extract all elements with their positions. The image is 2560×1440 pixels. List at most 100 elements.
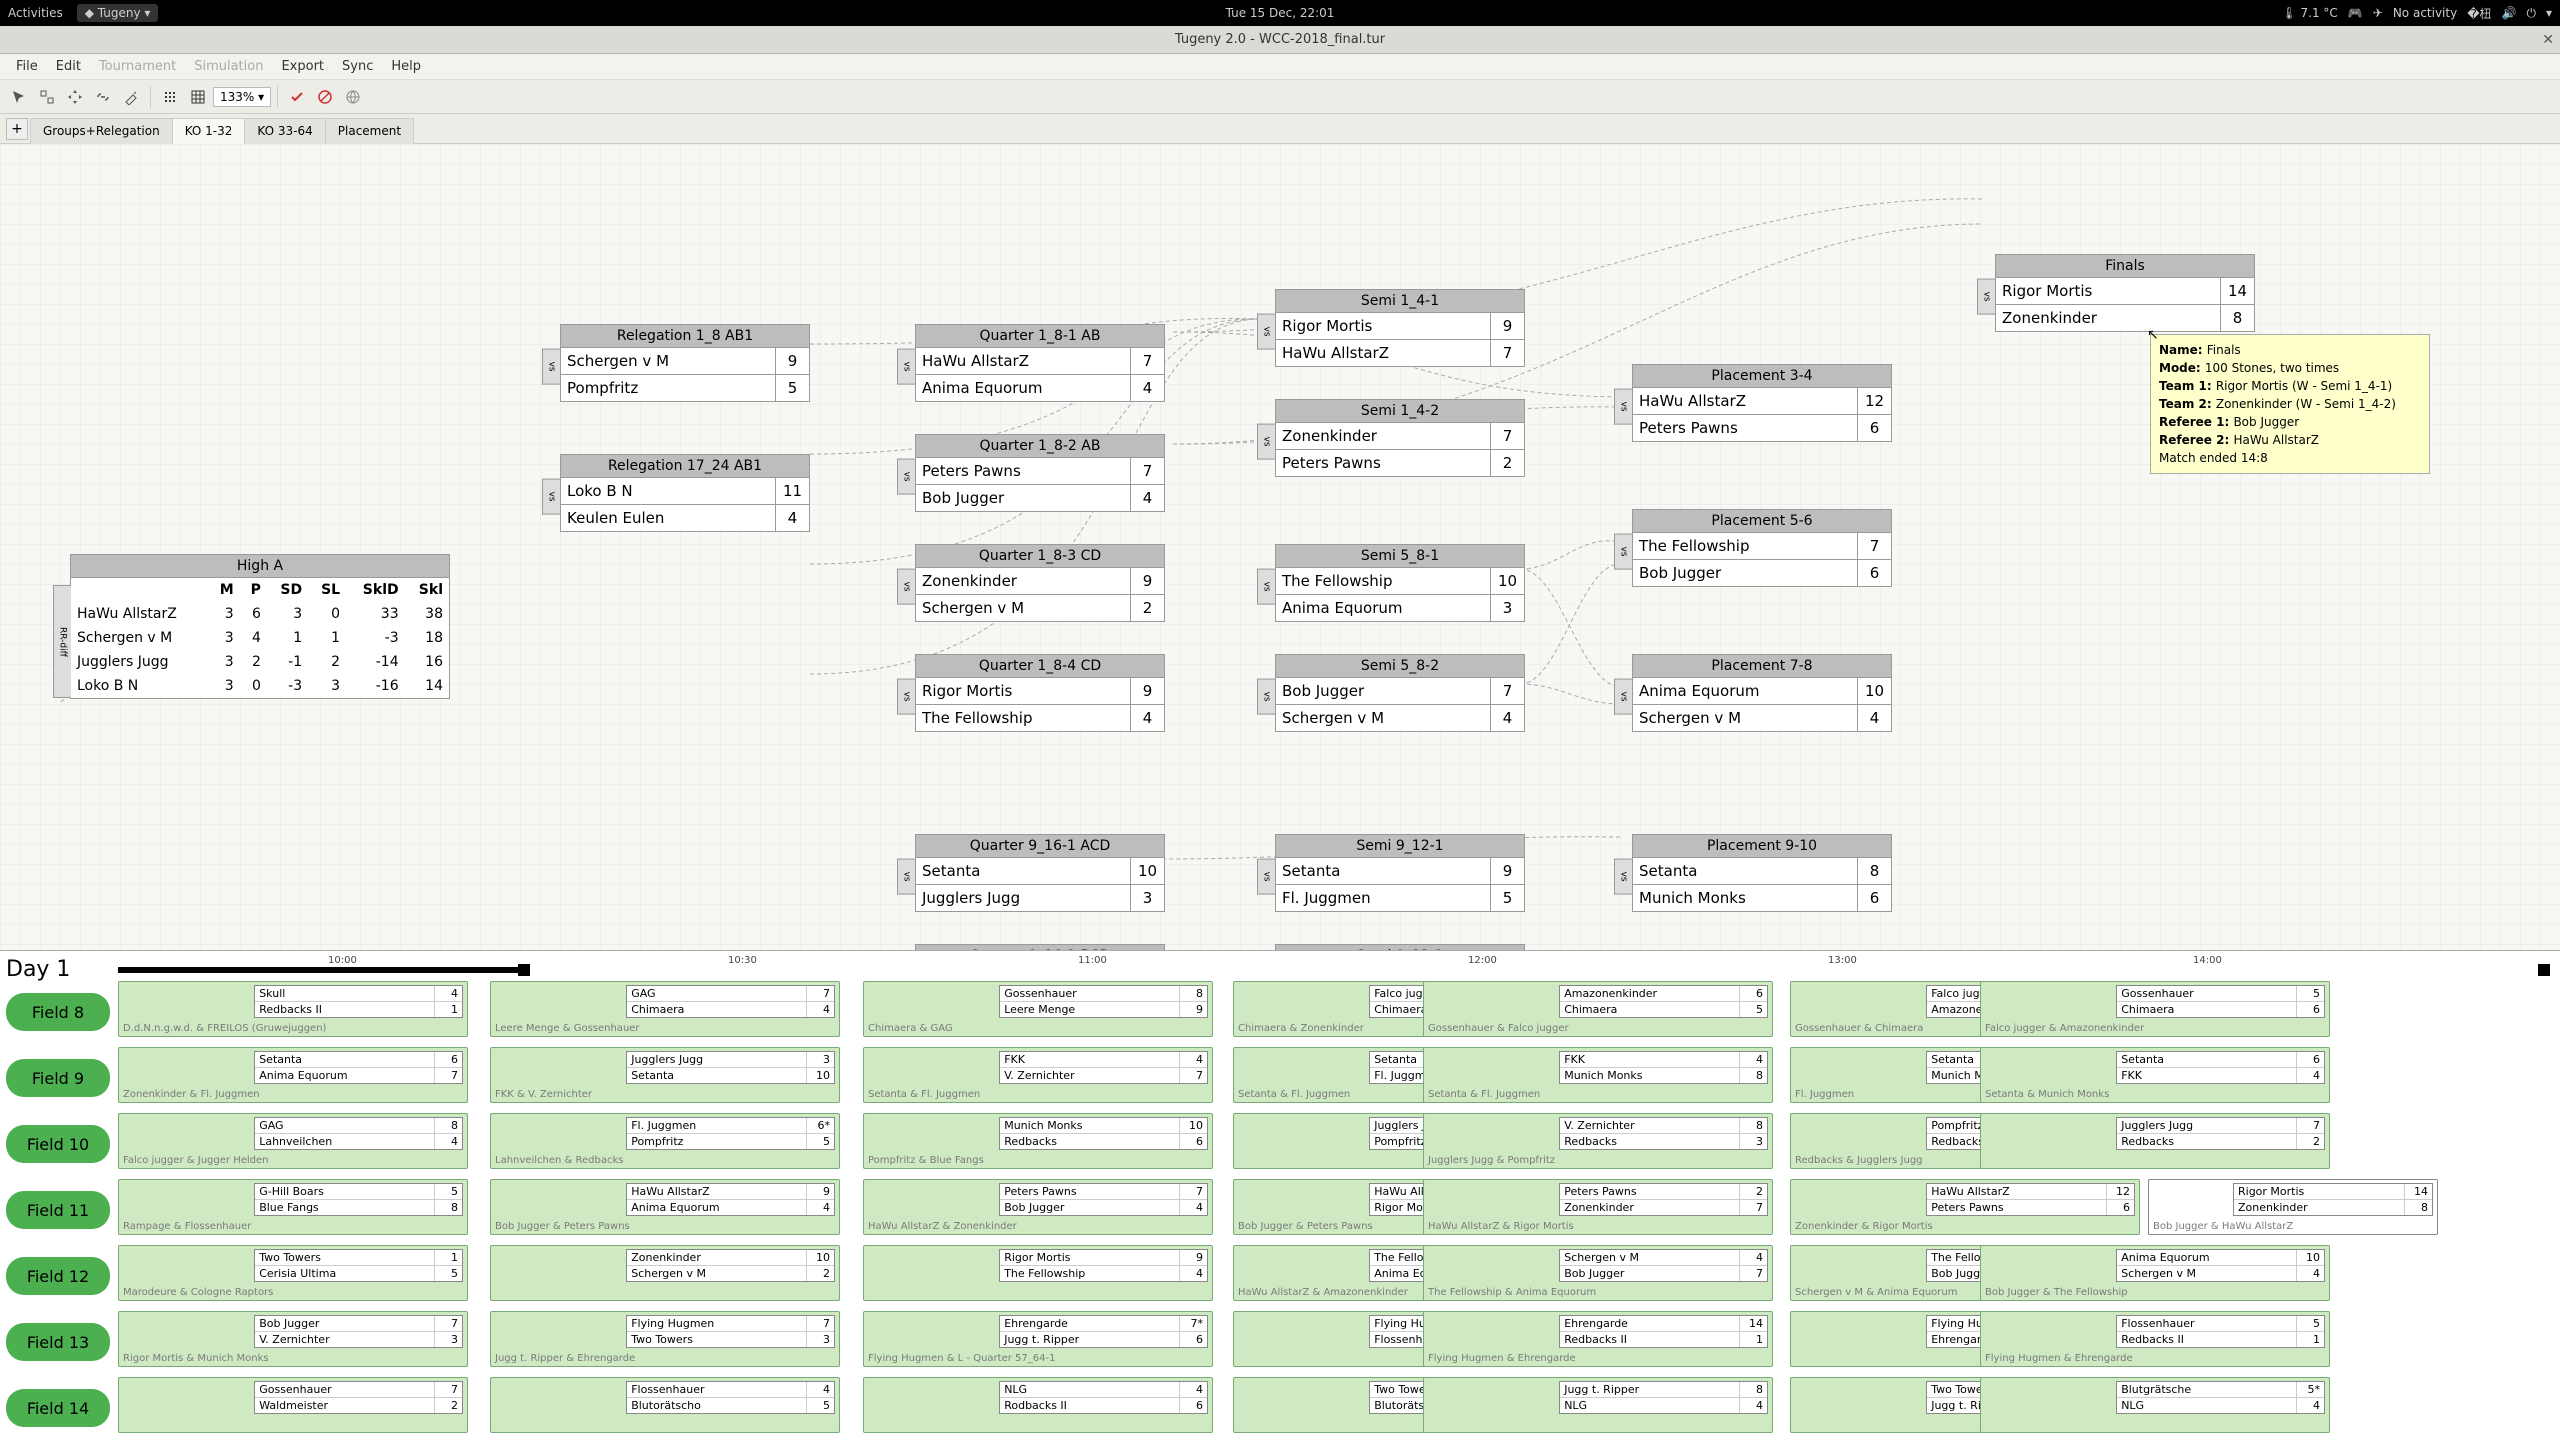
window-title: Tugeny 2.0 - WCC-2018_final.tur [1175,32,1385,47]
node-quarter-9a[interactable]: vsQuarter 9_16-1 ACDSetanta10Jugglers Ju… [915,834,1165,912]
field-label[interactable]: Field 12 [6,1257,110,1295]
schedule-slot[interactable]: G-Hill Boars5Blue Fangs8Rampage & Flosse… [118,1179,468,1235]
discord-tray-icon[interactable]: 🎮 [2348,6,2363,20]
schedule-slot[interactable]: GAG8Lahnveilchen4Falco jugger & Jugger H… [118,1113,468,1169]
schedule-slot[interactable]: Anima Equorum10Schergen v M4Bob Jugger &… [1980,1245,2330,1301]
app-menu[interactable]: ◆ Tugeny ▾ [77,4,159,22]
field-label[interactable]: Field 9 [6,1059,110,1097]
globe-icon[interactable] [340,84,366,110]
schedule-slot[interactable]: Amazonenkinder6Chimaera5Gossenhauer & Fa… [1423,981,1773,1037]
node-quarter-1[interactable]: vsQuarter 1_8-1 ABHaWu AllstarZ7Anima Eq… [915,324,1165,402]
system-menu-icon[interactable]: ▾ [2546,6,2552,20]
schedule-slot[interactable]: Gossenhauer8Leere Menge9Chimaera & GAG [863,981,1213,1037]
schedule-slot[interactable]: FKK4V. Zernichter7Setanta & Fl. Juggmen [863,1047,1213,1103]
schedule-slot[interactable]: Flying Hugmen7Two Towers3Jugg t. Ripper … [490,1311,840,1367]
schedule-slot[interactable]: Ehrengarde7*Jugg t. Ripper6Flying Hugmen… [863,1311,1213,1367]
schedule-slot[interactable]: Two Towers1Cerisia Ultima5Marodeure & Co… [118,1245,468,1301]
node-placement-3-4[interactable]: vsPlacement 3-4HaWu AllstarZ12Peters Paw… [1632,364,1892,442]
node-placement-5-6[interactable]: vsPlacement 5-6The Fellowship7Bob Jugger… [1632,509,1892,587]
schedule-slot[interactable]: GAG7Chimaera4Leere Menge & Gossenhauer [490,981,840,1037]
node-semi-5-8-2[interactable]: vsSemi 5_8-2Bob Jugger7Schergen v M4 [1275,654,1525,732]
match-tooltip: Name: Finals Mode: 100 Stones, two times… [2150,334,2430,474]
activities-button[interactable]: Activities [8,6,63,20]
schedule-slot[interactable]: Zonenkinder10Schergen v M2 [490,1245,840,1301]
field-label[interactable]: Field 11 [6,1191,110,1229]
schedule-slot[interactable]: Skull4Redbacks II1D.d.N.n.g.w.d. & FREIL… [118,981,468,1037]
schedule-slot[interactable]: Munich Monks10Redbacks6Pompfritz & Blue … [863,1113,1213,1169]
grid-lines-icon[interactable] [185,84,211,110]
schedule-slot[interactable]: Bob Jugger7V. Zernichter3Rigor Mortis & … [118,1311,468,1367]
node-semi-1-4-1[interactable]: vsSemi 1_4-1Rigor Mortis9HaWu AllstarZ7 [1275,289,1525,367]
field-row: Field 10GAG8Lahnveilchen4Falco jugger & … [0,1111,2552,1175]
schedule-slot[interactable]: Schergen v M4Bob Jugger7The Fellowship &… [1423,1245,1773,1301]
zoom-select[interactable]: 133% ▾ [213,87,271,107]
schedule-slot[interactable]: Blutgrätsche5*NLG4 [1980,1377,2330,1433]
menu-simulation: Simulation [186,56,271,77]
schedule-slot[interactable]: FKK4Munich Monks8Setanta & Fl. Juggmen [1423,1047,1773,1103]
tab-ko-33-64[interactable]: KO 33-64 [244,118,325,144]
node-finals[interactable]: vsFinalsRigor Mortis14Zonenkinder8 [1995,254,2255,332]
schedule-slot[interactable]: Fl. Juggmen6*Pompfritz5Lahnveilchen & Re… [490,1113,840,1169]
window-close-icon[interactable]: ✕ [2542,32,2554,48]
validate-icon[interactable] [284,84,310,110]
power-icon[interactable]: ⏻ [2526,6,2536,21]
bracket-canvas[interactable]: RR-diff High A MPSDSLSklDSkl HaWu Allsta… [0,144,2560,950]
schedule-slot[interactable]: Rigor Mortis14Zonenkinder8Bob Jugger & H… [2148,1179,2438,1235]
schedule-slot[interactable]: Jugglers Jugg3Setanta10FKK & V. Zernicht… [490,1047,840,1103]
schedule-slot[interactable]: Jugg t. Ripper8NLG4 [1423,1377,1773,1433]
node-relegation-1-8[interactable]: vsRelegation 1_8 AB1Schergen v M9Pompfri… [560,324,810,402]
field-label[interactable]: Field 10 [6,1125,110,1163]
schedule-slot[interactable]: NLG4Rodbacks II6 [863,1377,1213,1433]
tab-placement[interactable]: Placement [325,118,414,144]
volume-icon[interactable]: 🔊 [2502,6,2517,20]
field-label[interactable]: Field 13 [6,1323,110,1361]
schedule-slot[interactable]: Ehrengarde14Redbacks II1Flying Hugmen & … [1423,1311,1773,1367]
node-placement-7-8[interactable]: vsPlacement 7-8Anima Equorum10Schergen v… [1632,654,1892,732]
schedule-slot[interactable]: HaWu AllstarZ9Anima Equorum4Bob Jugger &… [490,1179,840,1235]
field-label[interactable]: Field 14 [6,1389,110,1427]
menu-sync[interactable]: Sync [334,56,381,77]
schedule-slot[interactable]: Flossenhauer5Redbacks II1Flying Hugmen &… [1980,1311,2330,1367]
add-tab-button[interactable]: + [6,118,28,140]
schedule-slot[interactable]: Peters Pawns2Zonenkinder7HaWu AllstarZ &… [1423,1179,1773,1235]
clean-tool-icon[interactable] [118,84,144,110]
move-tool-icon[interactable] [62,84,88,110]
menu-help[interactable]: Help [383,56,429,77]
grid-dots-icon[interactable] [157,84,183,110]
group-tool-icon[interactable] [34,84,60,110]
no-entry-icon[interactable] [312,84,338,110]
telegram-tray-icon[interactable]: ✈ [2373,6,2383,20]
network-icon[interactable]: �杻 [2467,5,2491,22]
tab-groups-relegation[interactable]: Groups+Relegation [30,118,173,144]
menu-file[interactable]: File [8,56,46,77]
link-tool-icon[interactable] [90,84,116,110]
standings-title: High A [71,555,449,578]
node-semi-5-8-1[interactable]: vsSemi 5_8-1The Fellowship10Anima Equoru… [1275,544,1525,622]
node-quarter-3[interactable]: vsQuarter 1_8-3 CDZonenkinder9Schergen v… [915,544,1165,622]
schedule-slot[interactable]: HaWu AllstarZ12Peters Pawns6Zonenkinder … [1790,1179,2140,1235]
node-semi-9-12-1[interactable]: vsSemi 9_12-1Setanta9Fl. Juggmen5 [1275,834,1525,912]
toolbar: 133% ▾ [0,80,2560,114]
field-label[interactable]: Field 8 [6,993,110,1031]
node-placement-9-10[interactable]: vsPlacement 9-10Setanta8Munich Monks6 [1632,834,1892,912]
schedule-slot[interactable]: Peters Pawns7Bob Jugger4HaWu AllstarZ & … [863,1179,1213,1235]
standings-high-a[interactable]: RR-diff High A MPSDSLSklDSkl HaWu Allsta… [70,554,450,699]
pointer-tool-icon[interactable] [6,84,32,110]
node-semi-1-4-2[interactable]: vsSemi 1_4-2Zonenkinder7Peters Pawns2 [1275,399,1525,477]
node-quarter-2[interactable]: vsQuarter 1_8-2 ABPeters Pawns7Bob Jugge… [915,434,1165,512]
schedule-slot[interactable]: Flossenhauer4Blutorätscho5 [490,1377,840,1433]
tab-ko-1-32[interactable]: KO 1-32 [172,118,246,144]
schedule-slot[interactable]: Setanta6Anima Equorum7Zonenkinder & Fl. … [118,1047,468,1103]
node-relegation-17-24[interactable]: vsRelegation 17_24 AB1Loko B N11Keulen E… [560,454,810,532]
schedule-slot[interactable]: Jugglers Jugg7Redbacks2 [1980,1113,2330,1169]
menu-edit[interactable]: Edit [48,56,89,77]
time-axis: 10:00 10:30 11:00 12:00 13:00 14:00 [118,955,2552,975]
schedule-slot[interactable]: Gossenhauer7Waldmeister2 [118,1377,468,1433]
schedule-slot[interactable]: Gossenhauer5Chimaera6Falco jugger & Amaz… [1980,981,2330,1037]
node-quarter-4[interactable]: vsQuarter 1_8-4 CDRigor Mortis9The Fello… [915,654,1165,732]
schedule-slot[interactable]: Setanta6FKK4Setanta & Munich Monks [1980,1047,2330,1103]
menu-export[interactable]: Export [273,56,332,77]
clock[interactable]: Tue 15 Dec, 22:01 [1226,6,1335,20]
schedule-slot[interactable]: V. Zernichter8Redbacks3Jugglers Jugg & P… [1423,1113,1773,1169]
schedule-slot[interactable]: Rigor Mortis9The Fellowship4 [863,1245,1213,1301]
